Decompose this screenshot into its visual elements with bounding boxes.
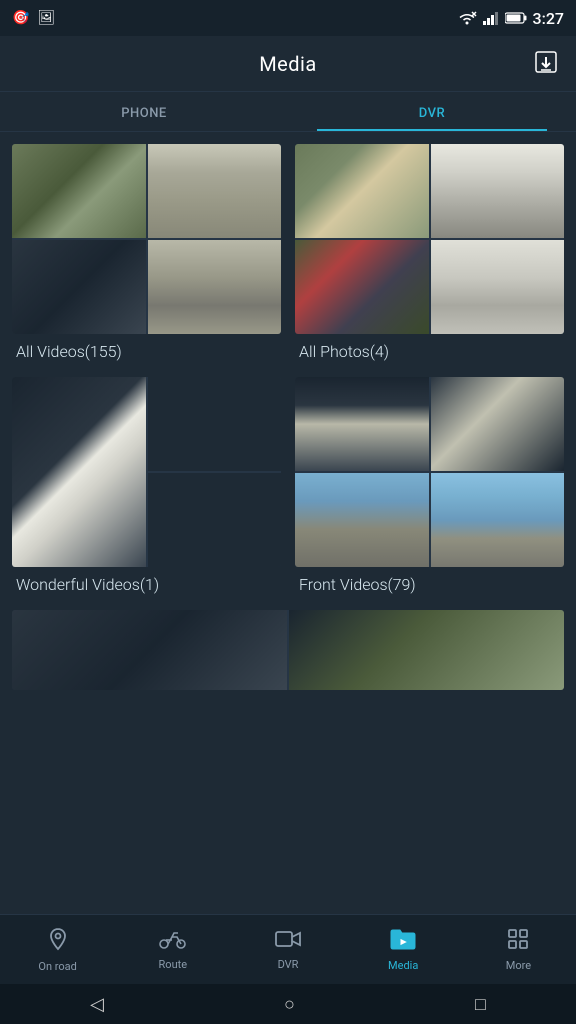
card-label-wonderful-videos: Wonderful Videos(1) [12,567,281,598]
thumb-cell [295,473,429,567]
thumb-cell [295,377,429,471]
wifi-icon [457,11,477,25]
thumb-wonderful-videos [12,377,281,567]
tab-phone[interactable]: PHONE [0,92,288,131]
thumb-all-photos [295,144,564,334]
thumb-cell [148,240,282,334]
clock: 3:27 [533,9,565,28]
video-icon [275,929,301,954]
status-bar: 🎯 🖼 3:27 [0,0,576,36]
thumb-cell [12,377,146,567]
media-cards-row2: Wonderful Videos(1) Front Videos(79) [0,377,576,610]
battery-icon [505,12,527,24]
nav-label-media: Media [388,959,418,972]
download-button[interactable] [532,48,560,80]
nav-label-on-road: On road [38,960,76,973]
thumb-cell [12,240,146,334]
media-grid: All Videos(155) All Photos(4) Wonderful … [0,132,576,814]
thumb-cell [148,377,282,471]
thumb-cell [12,144,146,238]
nav-label-route: Route [159,958,188,971]
thumb-all-videos [12,144,281,334]
card-all-photos[interactable]: All Photos(4) [295,144,564,365]
bottom-nav: On road Route DVR [0,914,576,984]
thumb-cell [431,377,565,471]
motorcycle-icon [159,929,187,954]
page-title: Media [259,52,317,76]
system-nav: ◁ ○ □ [0,984,576,1024]
thumb-cell [431,473,565,567]
nav-dvr[interactable]: DVR [230,921,345,979]
location-icon [46,927,70,956]
folder-icon [390,928,416,955]
header: Media [0,36,576,92]
thumb-cell [431,240,565,334]
grid-icon [507,928,529,955]
card-all-videos[interactable]: All Videos(155) [12,144,281,365]
recent-button[interactable]: □ [475,994,486,1015]
card-label-all-videos: All Videos(155) [12,334,281,365]
card-label-all-photos: All Photos(4) [295,334,564,365]
nav-label-more: More [506,959,531,972]
partial-card-row3 [0,610,576,690]
status-left-icons: 🎯 🖼 [12,10,55,26]
thumb-cell [148,144,282,238]
card-label-front-videos: Front Videos(79) [295,567,564,598]
signal-icon [483,11,499,25]
tab-bar: PHONE DVR [0,92,576,132]
card-wonderful-videos[interactable]: Wonderful Videos(1) [12,377,281,598]
nav-media[interactable]: Media [346,920,461,980]
media-cards-row1: All Videos(155) All Photos(4) [0,132,576,377]
thumb-front-videos [295,377,564,567]
nav-label-dvr: DVR [278,958,299,971]
thumb-cell [148,473,282,567]
partial-thumb [12,610,564,690]
home-button[interactable]: ○ [284,994,295,1015]
nav-more[interactable]: More [461,920,576,980]
nav-on-road[interactable]: On road [0,919,115,981]
notification-icon: 🎯 [12,10,29,26]
nav-route[interactable]: Route [115,921,230,979]
card-front-videos[interactable]: Front Videos(79) [295,377,564,598]
tab-dvr[interactable]: DVR [288,92,576,131]
thumb-cell [12,610,287,690]
thumb-cell [289,610,564,690]
thumb-cell [295,240,429,334]
image-icon: 🖼 [37,10,55,26]
thumb-cell [295,144,429,238]
thumb-cell [431,144,565,238]
back-button[interactable]: ◁ [90,994,104,1015]
status-right-icons: 3:27 [457,9,565,28]
